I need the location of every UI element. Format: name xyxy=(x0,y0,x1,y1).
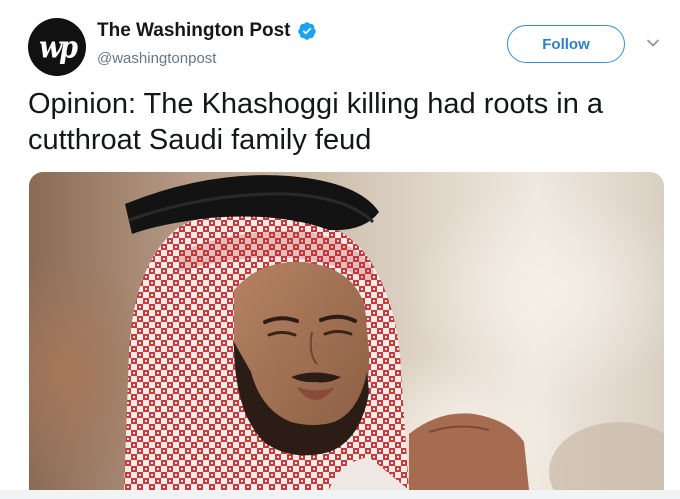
account-name-row: The Washington Post xyxy=(97,20,317,42)
tweet-text-line-1: Opinion: The Khashoggi killing had roots… xyxy=(28,88,604,120)
card-footer xyxy=(0,490,680,499)
profile-avatar[interactable]: wp xyxy=(28,18,86,76)
account-handle[interactable]: @washingtonpost xyxy=(97,50,216,67)
chevron-down-icon[interactable] xyxy=(644,34,662,52)
tweet-card: wp The Washington Post @washingtonpost F… xyxy=(0,0,680,499)
tweet-text: Opinion: The Khashoggi killing had roots… xyxy=(28,86,668,158)
tweet-photo[interactable] xyxy=(29,172,664,490)
tweet-text-line-2: cutthroat Saudi family feud xyxy=(28,124,372,156)
display-name[interactable]: The Washington Post xyxy=(97,20,291,42)
verified-badge-icon xyxy=(297,21,317,41)
washington-post-logo: wp xyxy=(38,29,78,65)
follow-button[interactable]: Follow xyxy=(507,25,625,63)
